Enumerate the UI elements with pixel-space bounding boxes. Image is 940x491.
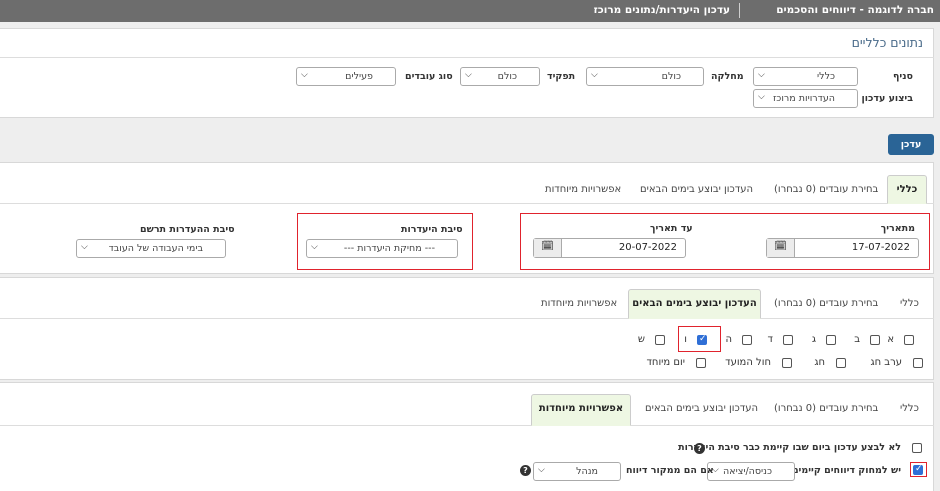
calendar-icon[interactable]: 🗓︎ <box>767 239 795 257</box>
branch-label: סניף <box>893 71 913 82</box>
update-exec-label: ביצוע עדכון <box>861 93 913 104</box>
general-title: נתונים כלליים <box>851 35 923 50</box>
chevron-down-icon: ⌵ <box>311 242 318 252</box>
page-subtitle: עדכון היעדרות/נתונים מרוכז <box>593 4 730 16</box>
day-label: ב <box>854 334 860 345</box>
from-date-label: מתאריך <box>880 223 915 234</box>
tab-special[interactable]: אפשרויות מיוחדות <box>541 298 617 309</box>
report-source-select[interactable]: מנהל ⌵ <box>533 462 621 481</box>
section-special: כללי בחירת עובדים (0 נבחרו) העדכון יבוצע… <box>0 382 934 491</box>
tab-next-days[interactable]: העדכון יבוצע בימים הבאים <box>645 403 758 414</box>
absence-reason-select[interactable]: --- מחיקת היעדרות --- ⌵ <box>306 239 458 258</box>
chevron-down-icon: ⌵ <box>538 465 545 475</box>
day-label: ג <box>811 334 816 345</box>
holiday-checkbox[interactable] <box>836 358 846 368</box>
recorded-reason-label: סיבת ההעדרות תרשם <box>140 224 235 235</box>
day-checkbox[interactable] <box>697 334 707 345</box>
day-checkbox[interactable] <box>783 335 793 345</box>
section-days: כללי בחירת עובדים (0 נבחרו) העדכון יבוצע… <box>0 277 934 380</box>
tab-general[interactable]: כללי <box>900 298 919 309</box>
day-checkbox[interactable] <box>904 335 914 345</box>
skip-existing-checkbox[interactable] <box>912 443 922 453</box>
role-select[interactable]: כולם ⌵ <box>460 67 540 86</box>
tab-general[interactable]: כללי <box>887 175 927 204</box>
tab-next-days[interactable]: העדכון יבוצע בימים הבאים <box>640 184 753 195</box>
branch-select[interactable]: כללי ⌵ <box>753 67 858 86</box>
delete-reports-checkbox[interactable] <box>913 464 923 475</box>
chevron-down-icon: ⌵ <box>81 242 88 252</box>
holiday-label: ערב חג <box>870 357 902 368</box>
day-label: ד <box>767 334 773 345</box>
tab-general[interactable]: כללי <box>900 403 919 414</box>
tab-special[interactable]: אפשרויות מיוחדות <box>545 184 621 195</box>
tab-employees[interactable]: בחירת עובדים (0 נבחרו) <box>774 298 878 309</box>
department-select[interactable]: כולם ⌵ <box>586 67 704 86</box>
tab-employees[interactable]: בחירת עובדים (0 נבחרו) <box>774 184 878 195</box>
day-checkbox[interactable] <box>655 335 665 345</box>
from-date-input[interactable]: 17-07-2022 🗓︎ <box>766 238 919 258</box>
tab-special[interactable]: אפשרויות מיוחדות <box>531 394 631 426</box>
chevron-down-icon: ⌵ <box>758 70 765 80</box>
help-icon[interactable]: ? <box>520 465 531 476</box>
to-date-label: עד תאריך <box>650 223 693 234</box>
absence-reason-label: סיבת היעדרות <box>401 224 463 235</box>
top-bar: חברה לדוגמה - דיווחים והסכמים עדכון היעד… <box>0 0 940 22</box>
report-source-label: אם הם ממקור דיווח <box>626 465 714 476</box>
section-general: כללי בחירת עובדים (0 נבחרו) העדכון יבוצע… <box>0 162 934 274</box>
employee-type-select[interactable]: פעילים ⌵ <box>296 67 396 86</box>
day-checkbox[interactable] <box>870 335 880 345</box>
chevron-down-icon: ⌵ <box>301 70 308 80</box>
tab-employees[interactable]: בחירת עובדים (0 נבחרו) <box>774 403 878 414</box>
holiday-label: יום מיוחד <box>646 357 685 368</box>
holiday-checkbox[interactable] <box>913 358 923 368</box>
to-date-input[interactable]: 20-07-2022 🗓︎ <box>533 238 686 258</box>
day-label: ה <box>725 334 732 345</box>
header-separator <box>739 3 740 18</box>
general-panel: נתונים כלליים סניף כללי ⌵ מחלקה כולם ⌵ ת… <box>0 28 934 118</box>
day-label: א <box>887 334 894 345</box>
report-type-select[interactable]: כניסה/יציאה ⌵ <box>707 462 795 481</box>
day-checkbox[interactable] <box>742 335 752 345</box>
holiday-label: חול המועד <box>725 357 771 368</box>
holiday-checkbox[interactable] <box>696 358 706 368</box>
tab-next-days[interactable]: העדכון יבוצע בימים הבאים <box>628 289 761 319</box>
update-button[interactable]: עדכן <box>888 134 934 155</box>
chevron-down-icon: ⌵ <box>758 92 765 102</box>
day-label: ש <box>637 334 645 345</box>
employee-type-label: סוג עובדים <box>405 71 453 82</box>
day-label: ו <box>684 334 687 345</box>
calendar-icon[interactable]: 🗓︎ <box>534 239 562 257</box>
skip-existing-label: לא לבצע עדכון ביום שבו קיימת כבר סיבת הי… <box>678 442 901 453</box>
day-checkbox[interactable] <box>826 335 836 345</box>
chevron-down-icon: ⌵ <box>591 70 598 80</box>
help-icon[interactable]: ? <box>694 443 705 454</box>
holiday-label: חג <box>814 357 825 368</box>
recorded-reason-select[interactable]: בימי העבודה של העובד ⌵ <box>76 239 226 258</box>
update-exec-select[interactable]: העדרויות מרוכז ⌵ <box>753 89 858 108</box>
department-label: מחלקה <box>711 71 744 82</box>
chevron-down-icon: ⌵ <box>465 70 472 80</box>
holiday-checkbox[interactable] <box>782 358 792 368</box>
role-label: תפקיד <box>547 71 576 82</box>
app-title: חברה לדוגמה - דיווחים והסכמים <box>776 4 934 16</box>
